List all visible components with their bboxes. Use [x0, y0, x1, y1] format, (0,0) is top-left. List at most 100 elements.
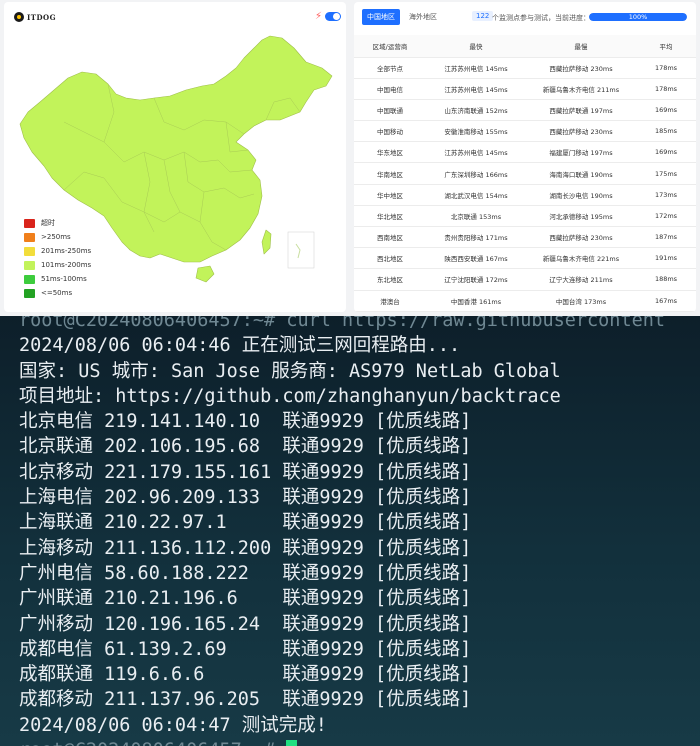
terminal-line: 国家: US 城市: San Jose 服务商: AS979 NetLab Gl… [19, 359, 665, 384]
table-row[interactable]: 港澳台 中国香港 161ms 中国台湾 173ms 167ms [354, 290, 696, 312]
cell-slowest: 海南海口联通 190ms [526, 162, 636, 185]
table-row[interactable]: 中国电信 江苏苏州电信 145ms 新疆乌鲁木齐电信 211ms 178ms [354, 78, 696, 100]
legend-label: <=50ms [41, 289, 73, 297]
table-row[interactable]: 西南地区 贵州贵阳移动 171ms 西藏拉萨移动 230ms 187ms [354, 226, 696, 249]
cell-region: 华北地区 [354, 205, 426, 228]
terminal-line: 北京电信 219.141.140.10 联通9929 [优质线路] [19, 409, 665, 434]
legend-item[interactable]: <=50ms [24, 286, 91, 300]
table-row[interactable]: 中国联通 山东济南联通 152ms 西藏拉萨联通 197ms 169ms [354, 99, 696, 122]
cell-fastest: 陕西西安联通 167ms [426, 247, 526, 270]
terminal-output: root@C20240806406457:~# curl https://raw… [19, 316, 665, 746]
terminal-line: 上海移动 211.136.112.200 联通9929 [优质线路] [19, 536, 665, 561]
legend-item[interactable]: 51ms-100ms [24, 272, 91, 286]
table-row[interactable]: 中国移动 安徽淮南移动 155ms 西藏拉萨移动 230ms 185ms [354, 120, 696, 143]
legend-item[interactable]: >250ms [24, 230, 91, 244]
terminal-line-text: 北京电信 219.141.140.10 联通9929 [优质线路] [19, 411, 472, 433]
terminal-line: 项目地址: https://github.com/zhanghanyun/bac… [19, 384, 665, 409]
legend-swatch [24, 218, 35, 228]
cell-average: 185ms [636, 120, 696, 143]
table-row[interactable]: 华中地区 湖北武汉电信 154ms 湖南长沙电信 190ms 173ms [354, 184, 696, 206]
terminal-line: root@C20240806406457:~# curl https://raw… [19, 316, 665, 333]
legend-item[interactable]: 201ms-250ms [24, 244, 91, 258]
results-card: 中国地区 海外地区 122 个监测点参与测试，当前进度： 100% 区域/运营商… [354, 2, 696, 312]
header-average[interactable]: 平均 [636, 35, 696, 58]
cell-fastest: 湖北武汉电信 154ms [426, 184, 526, 206]
terminal-line: 上海电信 202.96.209.133 联通9929 [优质线路] [19, 485, 665, 510]
cell-slowest: 福建厦门移动 197ms [526, 141, 636, 164]
terminal-line-text: 上海电信 202.96.209.133 联通9929 [优质线路] [19, 487, 472, 509]
cell-average: 191ms [636, 247, 696, 270]
cell-slowest: 西藏拉萨联通 197ms [526, 99, 636, 122]
cell-region: 东北地区 [354, 268, 426, 291]
terminal-line-text: root@C20240806406457:~# [19, 740, 286, 746]
cell-slowest: 西藏拉萨移动 230ms [526, 120, 636, 143]
cell-average: 178ms [636, 78, 696, 100]
table-row[interactable]: 华北地区 北京联通 153ms 河北承德移动 195ms 172ms [354, 205, 696, 228]
cell-region: 西南地区 [354, 226, 426, 249]
cell-fastest: 辽宁沈阳联通 172ms [426, 268, 526, 291]
latency-table: 区域/运营商 最快 最慢 平均 全部节点 江苏苏州电信 145ms 西藏拉萨移动 2… [354, 35, 696, 312]
south-china-sea-inset [287, 231, 315, 269]
cell-fastest: 山东济南联通 152ms [426, 99, 526, 122]
map-taiwan[interactable] [261, 229, 272, 255]
legend-item[interactable]: 超时 [24, 216, 91, 230]
legend-item[interactable]: 101ms-200ms [24, 258, 91, 272]
cell-average: 188ms [636, 268, 696, 291]
terminal-line: 上海联通 210.22.97.1 联通9929 [优质线路] [19, 510, 665, 535]
cell-region: 全部节点 [354, 57, 426, 79]
table-row[interactable]: 华南地区 广东深圳移动 166ms 海南海口联通 190ms 175ms [354, 162, 696, 185]
tab-china-region[interactable]: 中国地区 [362, 9, 400, 25]
header-slowest[interactable]: 最慢 [526, 35, 636, 58]
terminal-line-text: 国家: US 城市: San Jose 服务商: AS979 NetLab Gl… [19, 360, 561, 382]
header-fastest[interactable]: 最快 [426, 35, 526, 58]
cell-average: 173ms [636, 184, 696, 206]
legend-swatch [24, 260, 35, 270]
table-row[interactable]: 华东地区 江苏苏州电信 145ms 福建厦门移动 197ms 169ms [354, 141, 696, 164]
cell-slowest: 新疆乌鲁木齐电信 221ms [526, 247, 636, 270]
terminal-line: 成都移动 211.137.96.205 联通9929 [优质线路] [19, 687, 665, 712]
cell-average: 169ms [636, 141, 696, 164]
terminal-line: 北京联通 202.106.195.68 联通9929 [优质线路] [19, 434, 665, 459]
cell-slowest: 河北承德移动 195ms [526, 205, 636, 228]
cell-slowest: 中国台湾 173ms [526, 290, 636, 312]
legend-label: 201ms-250ms [41, 247, 92, 255]
cell-region: 中国电信 [354, 78, 426, 100]
progress-text: 个监测点参与测试，当前进度： [492, 14, 590, 22]
terminal-line: root@C20240806406457:~# [19, 738, 665, 746]
cell-average: 169ms [636, 99, 696, 122]
terminal-line-text: 广州联通 210.21.196.6 联通9929 [优质线路] [19, 588, 472, 610]
cell-region: 西北地区 [354, 247, 426, 270]
cell-fastest: 北京联通 153ms [426, 205, 526, 228]
cell-fastest: 安徽淮南移动 155ms [426, 120, 526, 143]
terminal-line: 北京移动 221.179.155.161 联通9929 [优质线路] [19, 460, 665, 485]
map-hainan[interactable] [195, 265, 215, 283]
table-row[interactable]: 西北地区 陕西西安联通 167ms 新疆乌鲁木齐电信 221ms 191ms [354, 247, 696, 270]
region-tabs: 中国地区 海外地区 [362, 9, 446, 25]
progress-percent: 100% [628, 13, 648, 21]
terminal-line-text: 上海移动 211.136.112.200 联通9929 [优质线路] [19, 537, 472, 559]
tab-overseas-region[interactable]: 海外地区 [404, 9, 442, 25]
cell-slowest: 辽宁大连移动 211ms [526, 268, 636, 291]
legend-label: 101ms-200ms [41, 261, 92, 269]
cell-slowest: 新疆乌鲁木齐电信 211ms [526, 78, 636, 100]
cell-fastest: 江苏苏州电信 145ms [426, 78, 526, 100]
node-count-badge: 122 [472, 11, 494, 21]
header-region[interactable]: 区域/运营商 [354, 35, 426, 58]
legend-swatch [24, 288, 35, 298]
terminal-line: 成都电信 61.139.2.69 联通9929 [优质线路] [19, 637, 665, 662]
terminal-line-text: root@C20240806406457:~# curl https://raw… [19, 316, 666, 331]
terminal-line-text: 广州电信 58.60.188.222 联通9929 [优质线路] [19, 562, 472, 584]
terminal-line-text: 上海联通 210.22.97.1 联通9929 [优质线路] [19, 512, 472, 534]
legend-label: 超时 [41, 219, 55, 227]
cell-region: 中国联通 [354, 99, 426, 122]
table-row[interactable]: 全部节点 江苏苏州电信 145ms 西藏拉萨移动 230ms 178ms [354, 57, 696, 79]
legend-swatch [24, 232, 35, 242]
terminal-window[interactable]: root@C20240806406457:~# curl https://raw… [0, 316, 700, 746]
cell-average: 167ms [636, 290, 696, 312]
terminal-line-text: 广州移动 120.196.165.24 联通9929 [优质线路] [19, 613, 472, 635]
progress-bar: 100% [589, 13, 687, 21]
map-card: ITDOG ⚡ 超时 >250ms 201ms-250ms 101ms-200m… [4, 2, 346, 312]
table-row[interactable]: 东北地区 辽宁沈阳联通 172ms 辽宁大连移动 211ms 188ms [354, 268, 696, 291]
cell-fastest: 广东深圳移动 166ms [426, 162, 526, 185]
terminal-line: 广州电信 58.60.188.222 联通9929 [优质线路] [19, 561, 665, 586]
